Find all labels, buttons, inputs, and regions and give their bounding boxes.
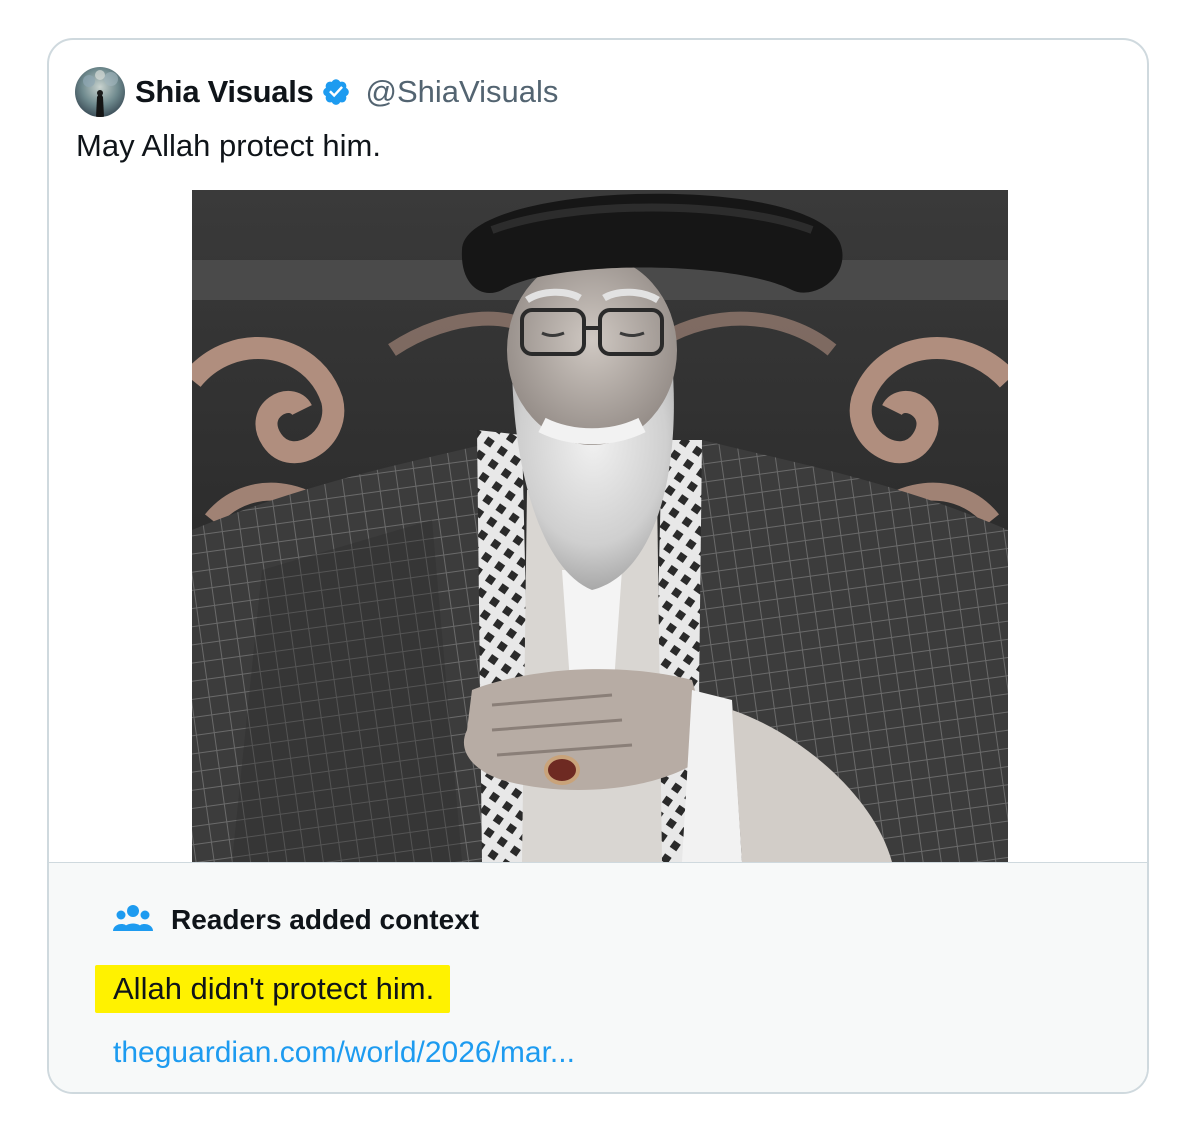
people-icon [113,905,153,931]
tweet-card[interactable]: Shia Visuals @ShiaVisuals May Allah prot… [47,38,1149,1094]
tweet-header: Shia Visuals @ShiaVisuals [75,66,558,118]
tweet-media-photo[interactable] [192,190,1008,862]
photo-image [192,190,1008,862]
community-note-text: Allah didn't protect him. [95,965,451,1013]
tweet-text: May Allah protect him. [76,128,381,163]
handle[interactable]: @ShiaVisuals [365,74,558,110]
avatar[interactable] [75,67,125,117]
community-note-link[interactable]: theguardian.com/world/2026/mar... [113,1036,575,1070]
avatar-icon [75,67,125,117]
community-note-header: Readers added context [113,903,479,937]
community-note: Readers added context Allah didn't prote… [49,862,1147,1092]
community-note-title: Readers added context [171,904,480,935]
display-name[interactable]: Shia Visuals [135,74,314,110]
verified-badge-icon [323,79,350,105]
